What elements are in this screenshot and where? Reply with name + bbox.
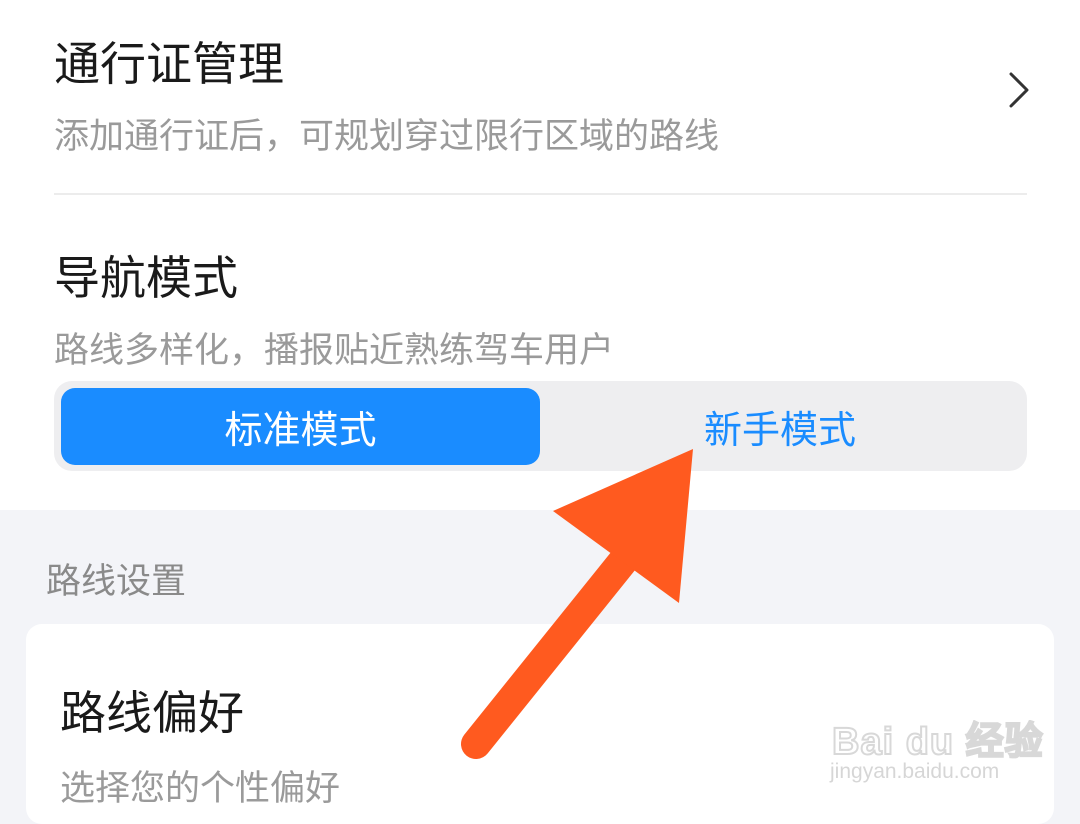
nav-mode-segmented-control: 标准模式 新手模式 <box>54 381 1027 471</box>
nav-mode-title: 导航模式 <box>54 251 238 305</box>
permit-subtitle: 添加通行证后，可规划穿过限行区域的路线 <box>54 117 720 157</box>
standard-mode-button[interactable]: 标准模式 <box>61 388 540 465</box>
settings-top-card: 通行证管理 添加通行证后，可规划穿过限行区域的路线 导航模式 路线多样化，播报贴… <box>0 0 1080 510</box>
baidu-jingyan-watermark: Bai du 经验 jingyan.baidu.com <box>828 700 1044 790</box>
nav-mode-subtitle: 路线多样化，播报贴近熟练驾车用户 <box>54 331 615 371</box>
watermark-url: jingyan.baidu.com <box>830 760 1000 783</box>
permit-title: 通行证管理 <box>54 37 284 91</box>
chevron-right-icon[interactable] <box>1002 70 1038 110</box>
route-preference-subtitle: 选择您的个性偏好 <box>60 769 341 809</box>
route-settings-section-label: 路线设置 <box>46 562 187 602</box>
row-divider <box>54 193 1027 195</box>
route-preference-title: 路线偏好 <box>60 686 244 740</box>
watermark-logo: Bai du 经验 <box>831 720 1044 764</box>
novice-mode-button[interactable]: 新手模式 <box>540 388 1020 465</box>
